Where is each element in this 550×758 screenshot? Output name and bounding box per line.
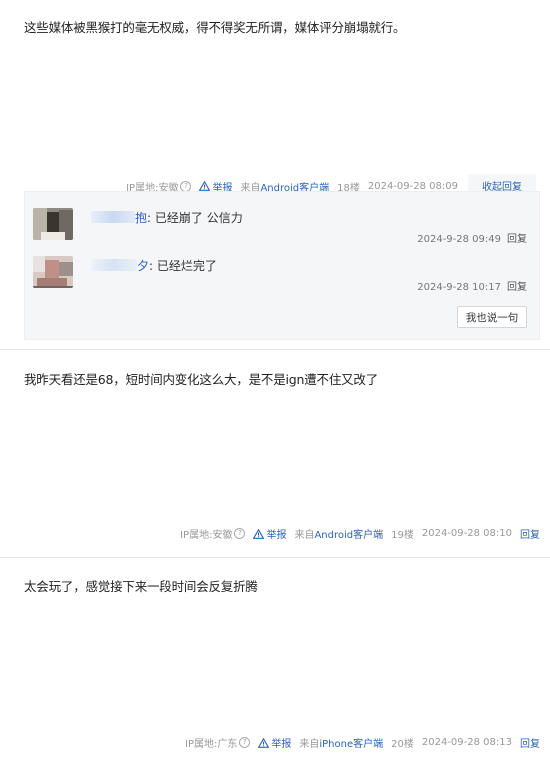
- ip-location: IP属地:广东?: [185, 735, 251, 750]
- sub-reply-line: 夕: 已经烂完了: [91, 257, 217, 274]
- username-blurred[interactable]: [91, 259, 137, 271]
- reply-link[interactable]: 回复: [520, 735, 540, 750]
- post-time: 2024-09-28 08:10: [421, 528, 512, 539]
- sub-reply-time: 2024-9-28 09:49: [417, 234, 501, 245]
- add-comment-button[interactable]: 我也说一句: [457, 306, 527, 328]
- client-link[interactable]: Android客户端: [314, 526, 383, 541]
- sub-reply-line: 抱: 已经崩了 公信力: [91, 209, 243, 226]
- username[interactable]: 抱: [135, 211, 147, 225]
- reply-link[interactable]: 回复: [520, 526, 540, 541]
- post-content: 这些媒体被黑猴打的毫无权威，得不得奖无所谓，媒体评分崩塌就行。: [24, 20, 406, 35]
- warning-triangle-icon: [199, 181, 211, 191]
- client-source: 来自 Android客户端: [294, 526, 383, 541]
- sub-reply-panel: 抱: 已经崩了 公信力 2024-9-28 09:49 回复 夕: 已经烂完了: [24, 191, 540, 340]
- post-time: 2024-09-28 08:09: [367, 180, 458, 192]
- avatar[interactable]: [33, 256, 73, 288]
- post-tail: IP属地:广东? 举报 来自 iPhone客户端 20楼 2024-09-28 0…: [177, 735, 540, 750]
- client-source: 来自 iPhone客户端: [299, 735, 383, 750]
- sub-reply-reply-link[interactable]: 回复: [507, 282, 527, 293]
- sub-reply-time: 2024-9-28 10:17: [417, 282, 501, 293]
- sub-reply-content: : 已经崩了 公信力: [147, 211, 243, 225]
- help-circle-icon[interactable]: ?: [234, 528, 246, 539]
- sub-reply-meta: 2024-9-28 10:17 回复: [417, 278, 527, 293]
- warning-triangle-icon: [253, 528, 265, 539]
- floor-number: 19楼: [391, 530, 414, 541]
- post-time: 2024-09-28 08:13: [421, 737, 512, 748]
- report-link[interactable]: 举报: [258, 735, 291, 750]
- post-divider: [0, 557, 550, 558]
- post-tail: IP属地:安徽? 举报 来自 Android客户端 19楼 2024-09-28 …: [172, 526, 540, 541]
- report-link[interactable]: 举报: [253, 526, 286, 541]
- sub-reply-reply-link[interactable]: 回复: [507, 234, 527, 245]
- floor-number: 20楼: [391, 739, 414, 750]
- client-link[interactable]: iPhone客户端: [319, 735, 383, 750]
- post-divider: [0, 349, 550, 350]
- username-blurred[interactable]: [91, 211, 135, 223]
- username[interactable]: 夕: [137, 259, 149, 273]
- post-content: 我昨天看还是68，短时间内变化这么大，是不是ign遭不住又改了: [24, 372, 379, 387]
- warning-triangle-icon: [258, 737, 270, 748]
- ip-location: IP属地:安徽?: [180, 526, 246, 541]
- post-content: 太会玩了，感觉接下来一段时间会反复折腾: [24, 579, 258, 594]
- sub-reply-meta: 2024-9-28 09:49 回复: [417, 230, 527, 245]
- sub-reply-content: : 已经烂完了: [149, 259, 217, 273]
- help-circle-icon[interactable]: ?: [180, 180, 192, 192]
- help-circle-icon[interactable]: ?: [239, 737, 251, 748]
- avatar[interactable]: [33, 208, 73, 240]
